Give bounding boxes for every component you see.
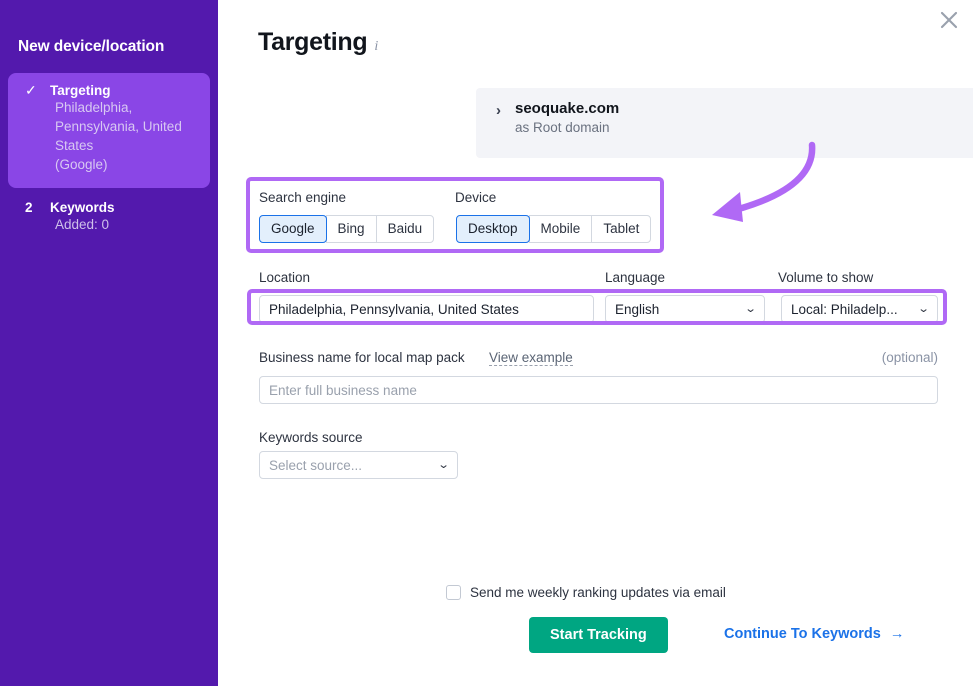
- optional-tag: (optional): [881, 350, 938, 365]
- search-engine-label: Search engine: [259, 190, 347, 205]
- continue-to-keywords-link[interactable]: Continue To Keywords →: [724, 626, 904, 642]
- volume-select[interactable]: Local: Philadelp... ⌄: [781, 295, 938, 323]
- step-sub-engine: (Google): [55, 157, 108, 172]
- arrow-right-icon: →: [889, 626, 905, 642]
- language-value: English: [615, 301, 660, 317]
- domain-scope-label: as Root domain: [515, 120, 610, 135]
- language-label: Language: [605, 270, 666, 285]
- keywords-source-select[interactable]: Select source... ⌄: [259, 451, 458, 479]
- chevron-down-icon: ⌄: [437, 458, 450, 471]
- sidebar-step-targeting[interactable]: ✓ Targeting Philadelphia, Pennsylvania, …: [8, 73, 210, 188]
- device-option-mobile[interactable]: Mobile: [528, 215, 593, 243]
- search-engine-option-baidu[interactable]: Baidu: [375, 215, 435, 243]
- search-engine-option-google[interactable]: Google: [259, 215, 327, 243]
- search-engine-segmented-control[interactable]: Google Bing Baidu: [259, 215, 435, 243]
- device-segmented-control[interactable]: Desktop Mobile Tablet: [456, 215, 652, 243]
- location-input[interactable]: [259, 295, 594, 323]
- start-tracking-button[interactable]: Start Tracking: [529, 617, 668, 653]
- view-example-link[interactable]: View example: [489, 350, 573, 366]
- domain-name: seoquake.com: [515, 100, 620, 117]
- device-label: Device: [455, 190, 497, 205]
- device-option-desktop[interactable]: Desktop: [456, 215, 530, 243]
- step-sub-location: Philadelphia, Pennsylvania, United State…: [55, 100, 182, 153]
- language-select[interactable]: English ⌄: [605, 295, 765, 323]
- business-name-label: Business name for local map pack: [259, 350, 465, 365]
- chevron-right-icon[interactable]: ›: [496, 102, 501, 119]
- keywords-source-label: Keywords source: [259, 430, 363, 445]
- continue-link-label: Continue To Keywords: [724, 626, 881, 642]
- business-name-input[interactable]: [259, 376, 938, 404]
- volume-value: Local: Philadelp...: [791, 301, 898, 317]
- chevron-down-icon: ⌄: [917, 302, 930, 315]
- page-title: Targeting: [258, 28, 368, 56]
- location-label: Location: [259, 270, 311, 285]
- info-icon[interactable]: i: [374, 39, 378, 55]
- chevron-down-icon: ⌄: [744, 302, 757, 315]
- step-number-2: 2: [25, 200, 33, 215]
- main-panel: Targeting i › seoquake.com as Root domai…: [218, 0, 973, 686]
- step-sub-added-count: Added: 0: [55, 217, 110, 232]
- step-check-icon: ✓: [25, 82, 37, 98]
- sidebar-title: New device/location: [18, 38, 165, 55]
- weekly-email-checkbox[interactable]: [446, 585, 461, 600]
- sidebar-step-keywords[interactable]: 2 Keywords Added: 0: [8, 190, 210, 248]
- step-label-targeting: Targeting: [50, 83, 111, 98]
- keywords-source-value: Select source...: [269, 457, 363, 473]
- search-engine-option-bing[interactable]: Bing: [325, 215, 377, 243]
- device-option-tablet[interactable]: Tablet: [591, 215, 652, 243]
- close-icon[interactable]: [933, 4, 965, 36]
- page-title-row: Targeting i: [258, 28, 378, 57]
- wizard-sidebar: New device/location ✓ Targeting Philadel…: [0, 0, 218, 686]
- domain-card[interactable]: › seoquake.com as Root domain: [476, 88, 973, 158]
- weekly-email-row[interactable]: Send me weekly ranking updates via email: [446, 585, 726, 600]
- volume-label: Volume to show: [778, 270, 874, 285]
- weekly-email-label: Send me weekly ranking updates via email: [470, 585, 726, 600]
- step-label-keywords: Keywords: [50, 200, 115, 215]
